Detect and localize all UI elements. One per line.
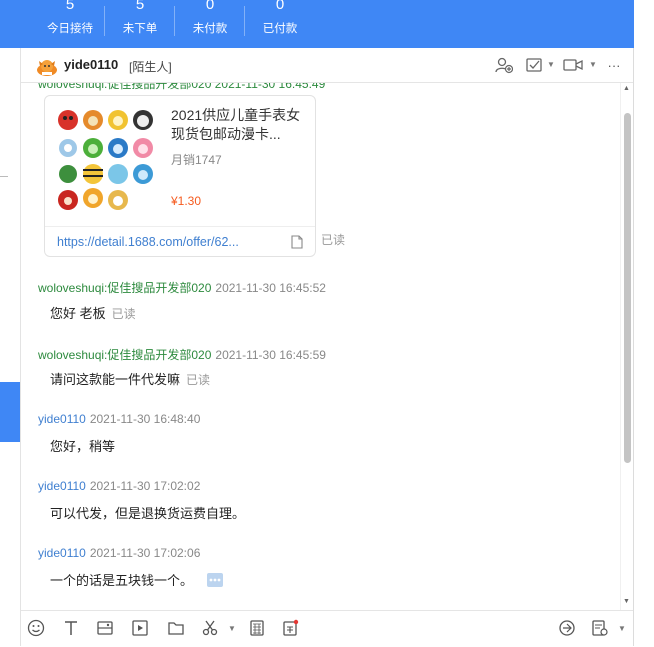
message-meta: woloveshuqi:促佳搜品开发部020 2021-11-30 16:45:… [38, 83, 326, 91]
scissors-icon[interactable] [201, 619, 219, 637]
stat-unpaid[interactable]: 0 未付款 [180, 0, 240, 36]
stat-value: 5 [135, 0, 145, 13]
video-call-icon[interactable] [563, 56, 583, 74]
stat-label: 已付款 [262, 23, 298, 35]
message-text: 您好 老板 [50, 306, 106, 321]
chevron-down-icon[interactable]: ▼ [228, 624, 236, 633]
stat-label: 未下单 [122, 23, 158, 35]
stats-bar: 5 今日接待 5 未下单 0 未付款 0 已付款 [0, 0, 634, 48]
divider [174, 6, 175, 36]
message-text: 可以代发，但是退换货运费自理。 [50, 506, 246, 521]
product-price: ¥1.30 [171, 194, 202, 208]
message-meta: yide0110 2021-11-30 17:02:06 [38, 546, 200, 560]
product-sales: 月销1747 [171, 153, 222, 167]
message-list[interactable]: woloveshuqi:促佳搜品开发部020 2021-11-30 16:45:… [21, 83, 619, 610]
product-title[interactable]: 2021供应儿童手表女现货包邮动漫卡... [171, 106, 307, 144]
message-time: 2021-11-30 17:02:06 [89, 546, 201, 560]
product-card[interactable]: 2021供应儿童手表女现货包邮动漫卡... 月销1747 ¥1.30 https… [44, 95, 316, 257]
selected-conversation-indicator[interactable] [0, 382, 20, 442]
video-icon[interactable] [131, 619, 149, 637]
read-status: 已读 [321, 233, 346, 247]
image-icon[interactable] [96, 619, 114, 637]
scrollbar[interactable]: ▲ ▼ [620, 83, 634, 610]
contact-name[interactable]: yide0110 [64, 57, 118, 72]
order-icon[interactable] [281, 619, 299, 637]
message-time: 2021-11-30 16:45:59 [215, 348, 326, 362]
divider [244, 6, 245, 36]
chevron-down-icon[interactable]: ▼ [589, 60, 597, 69]
message-bubble[interactable]: 请问这款能一件代发嘛 已读 [50, 369, 210, 388]
contact-tag: [陌生人] [129, 60, 172, 74]
message-text: 请问这款能一件代发嘛 [50, 372, 181, 387]
message-bubble[interactable]: 您好 老板 已读 [50, 303, 136, 322]
stat-today-received[interactable]: 5 今日接待 [40, 0, 100, 36]
scroll-up-icon[interactable]: ▲ [623, 85, 630, 92]
sender-name[interactable]: woloveshuqi:促佳搜品开发部020 [38, 348, 211, 362]
document-icon[interactable] [291, 235, 303, 252]
stat-paid[interactable]: 0 已付款 [250, 0, 310, 36]
topbar-gap [634, 0, 654, 48]
message-text: 一个的话是五块钱一个。 [50, 573, 194, 588]
chevron-down-icon[interactable]: ▼ [618, 624, 626, 633]
product-image[interactable] [53, 106, 159, 214]
left-panel [0, 48, 21, 646]
chat-history-icon[interactable] [558, 619, 576, 637]
message-bubble[interactable]: 可以代发，但是退换货运费自理。 [50, 503, 245, 522]
message-bubble[interactable]: 一个的话是五块钱一个。 [50, 570, 223, 589]
stat-value: 0 [275, 0, 285, 13]
message-time: 2021-11-30 16:48:40 [89, 412, 201, 426]
more-actions-icon[interactable] [206, 573, 223, 587]
divider [633, 48, 634, 646]
message-meta: yide0110 2021-11-30 16:48:40 [38, 412, 200, 426]
message-meta: yide0110 2021-11-30 17:02:02 [38, 479, 200, 493]
read-status: 已读 [111, 307, 136, 321]
stat-value: 0 [205, 0, 215, 13]
stat-value: 5 [65, 0, 75, 13]
message-time: 2021-11-30 17:02:02 [89, 479, 201, 493]
scroll-down-icon[interactable]: ▼ [623, 598, 630, 605]
message-time: 2021-11-30 16:45:52 [215, 281, 326, 295]
message-text: 您好，稍等 [50, 439, 116, 454]
quick-reply-icon[interactable] [591, 619, 609, 637]
sender-name[interactable]: yide0110 [38, 479, 86, 493]
folder-icon[interactable] [167, 619, 185, 637]
divider [0, 176, 8, 177]
task-icon[interactable] [524, 56, 544, 74]
chat-header: yide0110 [陌生人] ▼ ▼ ··· [21, 48, 633, 83]
avatar[interactable] [36, 55, 58, 77]
stat-label: 今日接待 [47, 23, 93, 35]
read-status: 已读 [186, 373, 211, 387]
product-link-row: https://detail.1688.com/offer/62... [45, 226, 315, 257]
add-contact-icon[interactable] [494, 56, 514, 74]
chevron-down-icon[interactable]: ▼ [547, 60, 555, 69]
message-meta: woloveshuqi:促佳搜品开发部020 2021-11-30 16:45:5… [38, 279, 326, 296]
sender-name[interactable]: yide0110 [38, 412, 86, 426]
product-link[interactable]: https://detail.1688.com/offer/62... [57, 235, 239, 249]
font-icon[interactable] [62, 619, 80, 637]
stat-not-ordered[interactable]: 5 未下单 [110, 0, 170, 36]
scrollbar-thumb[interactable] [624, 113, 631, 463]
sender-name[interactable]: yide0110 [38, 546, 86, 560]
stat-label: 未付款 [192, 23, 228, 35]
calculator-icon[interactable] [248, 619, 266, 637]
more-icon[interactable]: ··· [604, 56, 624, 74]
sender-name[interactable]: woloveshuqi:促佳搜品开发部020 [38, 281, 211, 295]
message-bubble[interactable]: 您好，稍等 [50, 436, 115, 455]
emoji-icon[interactable] [27, 619, 45, 637]
message-meta: woloveshuqi:促佳搜品开发部020 2021-11-30 16:45:5… [38, 346, 326, 363]
divider [104, 6, 105, 36]
input-toolbar: ▼ ▼ [21, 610, 633, 647]
